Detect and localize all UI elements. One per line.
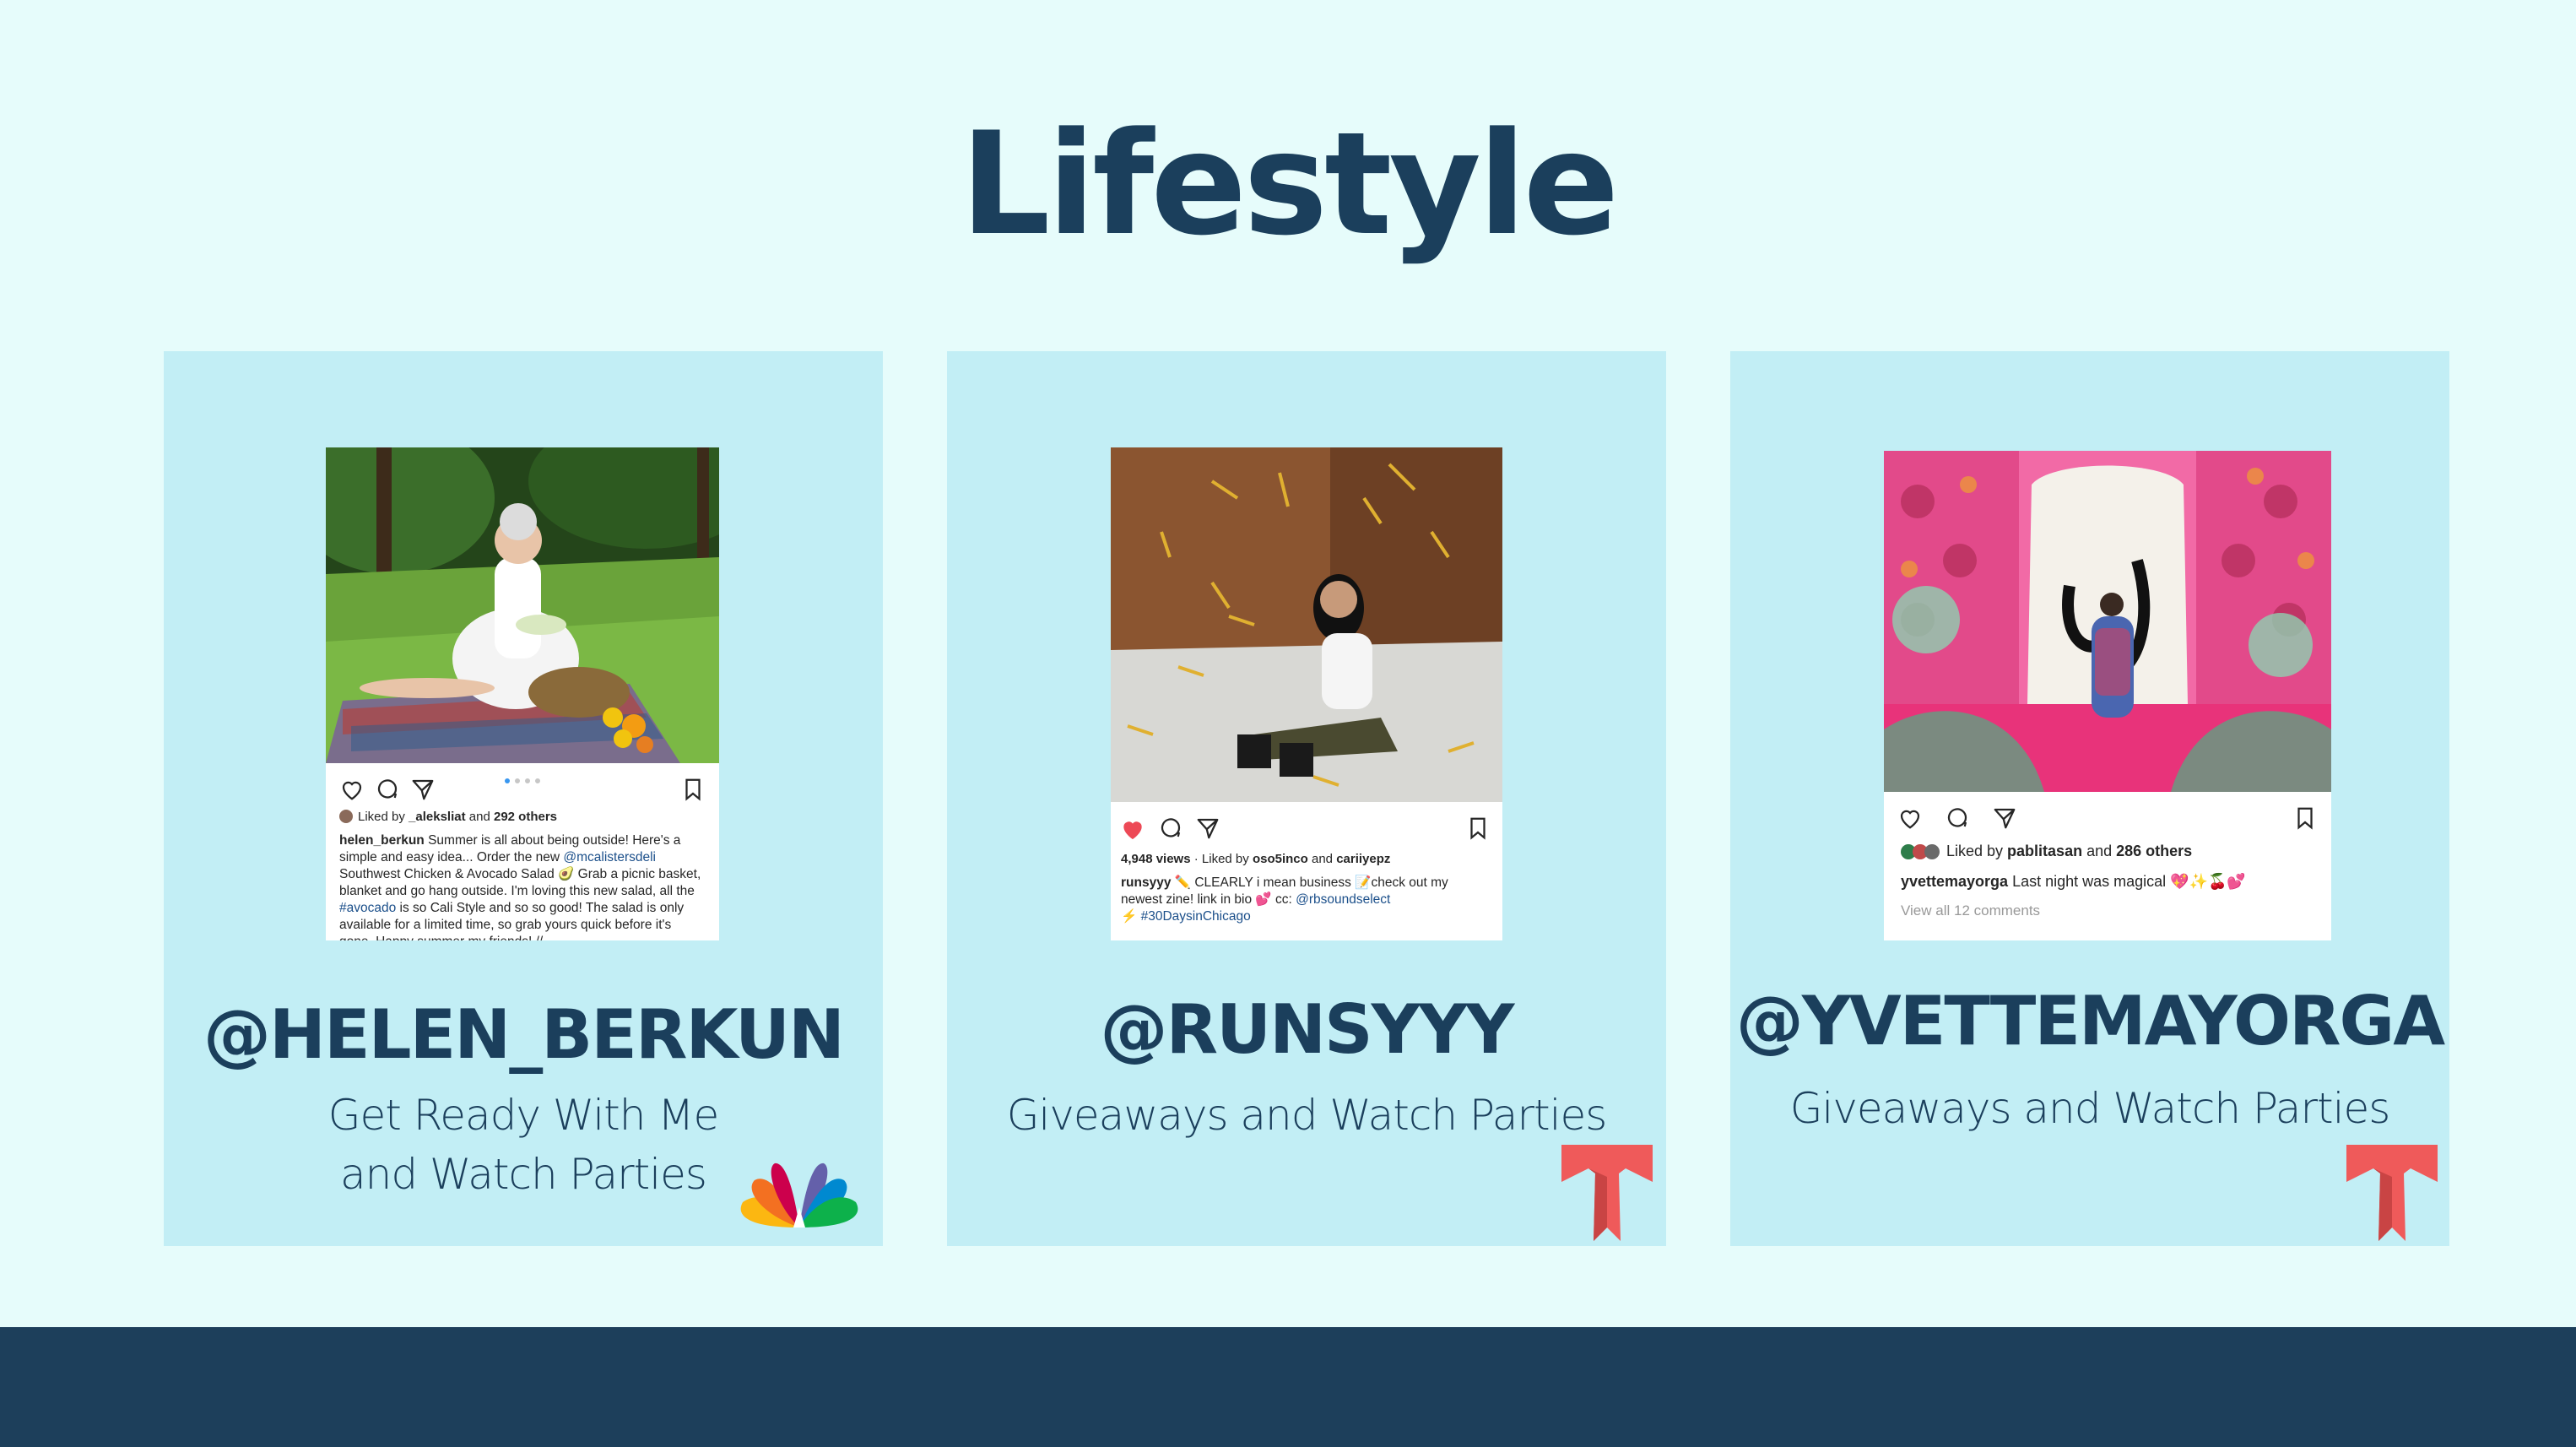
share-icon[interactable]	[1992, 805, 2017, 831]
influencer-description: Giveaways and Watch Parties	[1789, 1084, 2391, 1133]
influencer-description: Get Ready With Me and Watch Parties	[327, 1091, 719, 1199]
post-caption: runsyyy ✏️ CLEARLY i mean business 📝chec…	[1121, 875, 1448, 924]
post-photo-picnic	[326, 447, 719, 763]
post-photo-zine	[1111, 447, 1502, 802]
avatar-group	[1901, 844, 1940, 864]
comment-icon[interactable]	[1158, 816, 1183, 841]
post-likes: Liked by pablitasan and 286 others	[1901, 841, 2318, 864]
telemundo-t-icon	[1561, 1145, 1653, 1241]
instagram-post[interactable]: Liked by pablitasan and 286 others yvett…	[1884, 451, 2331, 940]
influencer-card-runsyyy: 4,948 views · Liked by oso5inco and cari…	[947, 351, 1666, 1246]
influencer-handle: @HELEN_BERKUN	[203, 995, 845, 1074]
post-action-bar	[1111, 810, 1502, 849]
influencer-card-yvette: Liked by pablitasan and 286 others yvett…	[1730, 351, 2449, 1246]
post-caption: yvettemayorga Last night was magical 💖✨🍒…	[1901, 873, 2246, 890]
share-icon[interactable]	[1195, 816, 1220, 841]
influencer-handle: @RUNSYYY	[1100, 990, 1515, 1069]
view-comments-link[interactable]: View all 12 comments	[1901, 902, 2318, 920]
post-action-bar	[1884, 800, 2331, 839]
instagram-post[interactable]: 4,948 views · Liked by oso5inco and cari…	[1111, 447, 1502, 940]
bookmark-icon[interactable]	[680, 777, 706, 802]
comment-icon[interactable]	[375, 777, 400, 802]
influencer-handle: @YVETTEMAYORGA	[1735, 982, 2445, 1060]
nbc-peacock-icon	[740, 1162, 858, 1228]
influencer-description: Giveaways and Watch Parties	[1006, 1091, 1608, 1140]
post-likes: Liked by _aleksliat and 292 others	[339, 809, 706, 826]
post-photo-art-installation	[1884, 451, 2331, 792]
telemundo-t-icon	[2346, 1145, 2438, 1241]
post-caption: helen_berkun Summer is all about being o…	[339, 833, 701, 940]
bookmark-icon[interactable]	[2292, 805, 2318, 831]
share-icon[interactable]	[410, 777, 436, 802]
page-title: Lifestyle	[960, 101, 1619, 267]
bookmark-icon[interactable]	[1465, 816, 1491, 841]
influencer-card-helen: Liked by _aleksliat and 292 others helen…	[164, 351, 883, 1246]
post-likes: 4,948 views · Liked by oso5inco and cari…	[1121, 852, 1391, 866]
footer-bar	[0, 1327, 2576, 1447]
comment-icon[interactable]	[1945, 805, 1970, 831]
heart-filled-icon[interactable]	[1119, 816, 1146, 843]
heart-icon[interactable]	[1897, 805, 1923, 831]
avatar	[339, 810, 353, 823]
post-action-bar	[326, 772, 719, 810]
carousel-dots	[505, 778, 540, 783]
instagram-post[interactable]: Liked by _aleksliat and 292 others helen…	[326, 447, 719, 940]
heart-icon[interactable]	[339, 777, 365, 802]
